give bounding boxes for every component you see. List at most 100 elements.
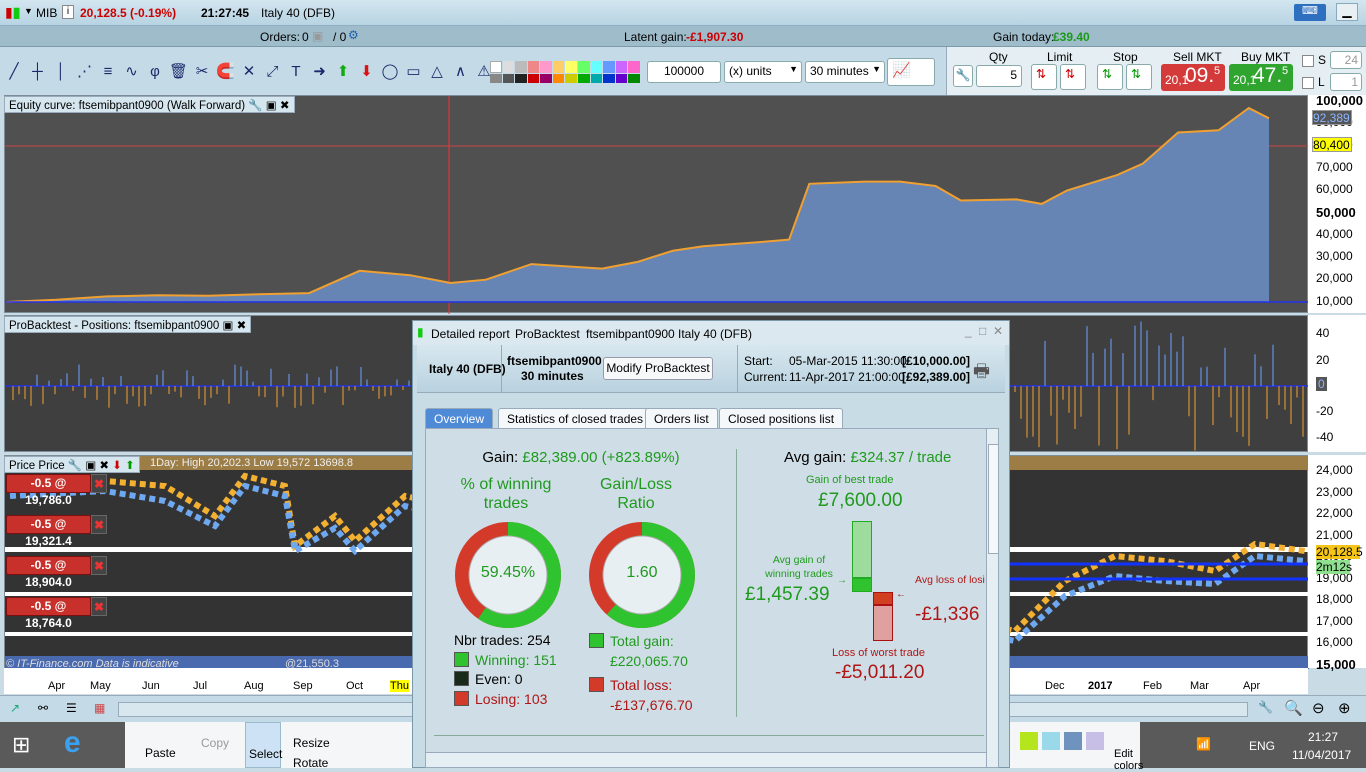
limit-sell-button[interactable]: ⇅	[1031, 64, 1057, 90]
zoom-out-icon[interactable]: ⊖	[1312, 699, 1325, 717]
window-icon[interactable]: ▣	[266, 100, 277, 112]
close-order-icon[interactable]: ✖	[91, 556, 107, 575]
order-label[interactable]: -0.5 @ 18,764.0	[6, 597, 91, 630]
buy-icon[interactable]: ⬆	[125, 460, 135, 472]
delete-icon[interactable]: 🗑	[169, 62, 189, 82]
limit-buy-button[interactable]: ⇅	[1060, 64, 1086, 90]
wrench-icon[interactable]: 🔧	[953, 65, 973, 87]
price-panel-title[interactable]: Price Price 🔧 ▣ ✖ ⬇ ⬆	[4, 456, 140, 473]
equity-panel-title[interactable]: Equity curve: ftsemibpant0900 (Walk Forw…	[4, 96, 295, 113]
close-order-icon[interactable]: ✖	[91, 597, 107, 616]
close-order-icon[interactable]: ✖	[91, 474, 107, 493]
select-button[interactable]: Select	[249, 747, 282, 761]
arrow-up-icon[interactable]: ⬆	[333, 62, 353, 82]
chart-settings-icon[interactable]: 🔧	[1258, 700, 1273, 714]
window-icon[interactable]: ▣	[85, 460, 96, 472]
timeframe-select[interactable]: 30 minutes ▼	[805, 61, 885, 83]
tab-statistics[interactable]: Statistics of closed trades	[498, 408, 653, 428]
language-indicator[interactable]: ENG	[1249, 739, 1275, 753]
order-label[interactable]: -0.5 @ 18,904.0	[6, 556, 91, 589]
stop-sell-button[interactable]: ⇅	[1097, 64, 1123, 90]
arrow-down-icon[interactable]: ⬇	[357, 62, 377, 82]
color-palette[interactable]	[490, 61, 640, 83]
tab-orders-list[interactable]: Orders list	[645, 408, 718, 428]
gears-icon[interactable]: ⚙	[348, 28, 359, 42]
minimize-icon[interactable]: _	[965, 324, 972, 338]
order-label[interactable]: -0.5 @ 19,786.0	[6, 474, 91, 507]
tools-icon[interactable]: ✂	[192, 62, 212, 82]
vertical-scrollbar[interactable]	[986, 429, 998, 767]
close-icon[interactable]: ✖	[237, 320, 247, 332]
rectangle-icon[interactable]: ▭	[404, 62, 424, 82]
close-order-icon[interactable]: ✖	[91, 515, 107, 534]
fibonacci-icon[interactable]: φ	[145, 62, 165, 82]
magnet-icon[interactable]: 🧲	[216, 62, 236, 82]
amount-input[interactable]: 100000	[647, 61, 721, 83]
add-indicator-button[interactable]: 📈	[887, 58, 935, 86]
zoom-in-icon[interactable]: ⊕	[1338, 699, 1351, 717]
network-icon[interactable]: 📶	[1196, 737, 1211, 751]
close-icon[interactable]: ✖	[280, 100, 290, 112]
printer-icon[interactable]: 🖶	[973, 359, 990, 389]
link-icon[interactable]: ⚯	[38, 701, 48, 715]
modify-probacktest-button[interactable]: Modify ProBacktest	[603, 357, 713, 380]
s-checkbox[interactable]	[1302, 55, 1314, 67]
close-icon[interactable]: ✕	[993, 324, 1003, 338]
keyboard-icon[interactable]: ⌨	[1294, 4, 1326, 21]
cross-icon[interactable]: ✕	[239, 62, 259, 82]
export-icon[interactable]: ↗	[10, 701, 20, 715]
triangle-icon[interactable]: △	[427, 62, 447, 82]
units-select[interactable]: (x) units ▼	[724, 61, 802, 83]
s-input[interactable]: 24	[1330, 51, 1362, 69]
bricks-icon[interactable]: ▦	[94, 701, 105, 715]
vertical-line-icon[interactable]: │	[51, 62, 71, 82]
horizontal-line-icon[interactable]: ┼	[28, 62, 48, 82]
text-icon[interactable]: T	[286, 62, 306, 82]
edit-colors-button[interactable]: Edit colors	[1114, 748, 1143, 772]
l-input[interactable]: 1	[1330, 73, 1362, 91]
zigzag-icon[interactable]: ∧	[451, 62, 471, 82]
arrow-right-icon[interactable]: ➜	[310, 62, 330, 82]
wrench-icon[interactable]: 🔧	[68, 460, 82, 472]
close-icon[interactable]: ✖	[99, 460, 109, 472]
tab-overview[interactable]: Overview	[425, 408, 494, 428]
dropdown-arrow-icon[interactable]: ▼	[24, 6, 33, 16]
positions-y-axis: 40 20 0 -20 -40	[1308, 315, 1366, 452]
internet-explorer-icon[interactable]: e	[64, 726, 81, 760]
cancel-orders-icon[interactable]: ▣	[312, 29, 323, 43]
taskbar-time[interactable]: 21:27	[1308, 730, 1338, 744]
horizontal-scrollbar[interactable]	[426, 752, 986, 767]
buy-market-button[interactable]: 20,1 47. 5	[1229, 64, 1293, 91]
paste-button[interactable]: Paste	[145, 746, 176, 760]
info-icon[interactable]: i	[62, 5, 74, 19]
fan-icon[interactable]: ⋰	[75, 62, 95, 82]
wrench-icon[interactable]: 🔧	[248, 100, 262, 112]
list-icon[interactable]: ☰	[66, 701, 77, 715]
paint-colors: Edit colors	[1010, 722, 1143, 772]
resize-button[interactable]: Resize	[293, 736, 330, 750]
window-icon[interactable]: ▣	[223, 320, 234, 332]
taskbar-date[interactable]: 11/04/2017	[1292, 748, 1351, 762]
sell-icon[interactable]: ⬇	[112, 460, 122, 472]
positions-panel-title[interactable]: ProBacktest - Positions: ftsemibpant0900…	[4, 316, 252, 333]
order-label[interactable]: -0.5 @ 19,321.4	[6, 515, 91, 548]
instrument-code[interactable]: MIB	[36, 6, 57, 20]
channel-icon[interactable]: ≡	[98, 62, 118, 82]
auto-zoom-icon[interactable]: 🔍	[1284, 699, 1303, 717]
trend-icon[interactable]: ∿	[122, 62, 142, 82]
equity-chart[interactable]	[4, 95, 1309, 314]
tab-closed-positions[interactable]: Closed positions list	[719, 408, 844, 428]
maximize-icon[interactable]: □	[979, 324, 986, 338]
sell-market-button[interactable]: 20,1 09. 5	[1161, 64, 1225, 91]
copy-button[interactable]: Copy	[201, 736, 229, 750]
stop-buy-button[interactable]: ⇅	[1126, 64, 1152, 90]
orders-count-auto: / 0	[333, 30, 347, 44]
windows-start-icon[interactable]: ⊞	[12, 732, 30, 758]
minimize-button[interactable]: ▁	[1336, 3, 1358, 21]
ellipse-icon[interactable]: ◯	[380, 62, 400, 82]
measure-icon[interactable]: ⤢	[263, 62, 283, 82]
line-icon[interactable]: ╱	[4, 62, 24, 82]
l-checkbox[interactable]	[1302, 77, 1314, 89]
dialog-title-bar[interactable]: ▮ Detailed report ProBacktest ftsemibpan…	[413, 321, 1009, 345]
qty-input[interactable]: 5	[976, 65, 1022, 87]
